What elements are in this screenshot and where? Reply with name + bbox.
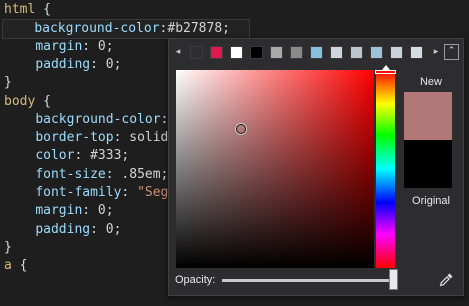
code-line[interactable]: margin: 0; (4, 202, 114, 220)
css-selector: body (4, 93, 36, 109)
color-swatch[interactable] (190, 46, 203, 59)
css-property: background-color (34, 21, 160, 37)
css-selector: html (4, 2, 36, 17)
color-swatch[interactable] (310, 46, 323, 59)
hue-slider-marker[interactable] (375, 65, 396, 74)
opacity-slider-track[interactable] (222, 279, 392, 282)
css-value: : 0; (82, 203, 114, 219)
color-swatch[interactable] (210, 46, 223, 59)
color-selection-handle[interactable] (236, 124, 247, 135)
css-value: :#b27878; (159, 21, 230, 37)
code-line[interactable]: padding: 0; (4, 221, 121, 239)
css-property: margin (35, 203, 83, 219)
code-line[interactable]: a { (4, 257, 27, 275)
color-swatch[interactable] (370, 46, 383, 59)
css-value: : 0; (90, 56, 122, 72)
color-swatch[interactable] (290, 46, 303, 59)
css-property: margin (35, 38, 83, 54)
color-swatch[interactable] (250, 46, 263, 59)
code-line[interactable]: border-top: solid (4, 129, 168, 147)
code-line[interactable]: } (4, 74, 12, 92)
code-line[interactable]: background-color:#b27878; (2, 19, 250, 40)
opacity-label: Opacity: (175, 274, 216, 286)
saturation-value-canvas[interactable] (176, 70, 374, 268)
code-line[interactable]: color: #333; (4, 147, 129, 165)
color-swatch[interactable] (270, 46, 283, 59)
code-line[interactable]: margin: 0; (4, 38, 114, 56)
css-brace: { (35, 2, 51, 17)
css-value: : solid (113, 130, 169, 146)
code-line[interactable]: padding: 0; (4, 56, 121, 74)
code-line[interactable]: } (4, 239, 12, 257)
color-swatch[interactable] (350, 46, 363, 59)
css-property: background-color (35, 111, 161, 127)
hue-marker-tip-icon (382, 65, 390, 70)
css-property: padding (35, 221, 91, 237)
color-swatch[interactable] (390, 46, 403, 59)
code-line[interactable]: body { (4, 93, 51, 111)
css-brace: } (4, 239, 12, 255)
new-color-swatch (404, 92, 452, 140)
original-color-swatch[interactable] (404, 140, 452, 188)
css-property: padding (35, 56, 91, 72)
code-line[interactable]: font-family: "Seg (4, 184, 168, 202)
color-swatch[interactable] (230, 46, 243, 59)
css-brace: } (4, 75, 12, 91)
color-picker-popup: ◂ ▸ ⌃ New Original Opacity: (168, 38, 464, 296)
css-property: font-family (35, 185, 122, 200)
css-brace: { (35, 93, 51, 109)
swatch-prev-icon[interactable]: ◂ (174, 46, 182, 58)
css-brace: { (11, 258, 28, 274)
css-value: : 0; (82, 38, 114, 54)
css-string: "Seg (137, 185, 169, 200)
css-value: : (121, 185, 138, 200)
color-swatch-bar: ◂ ▸ ⌃ (169, 39, 463, 67)
code-line[interactable]: background-color: (4, 111, 168, 129)
css-value: : .85em; (105, 166, 169, 182)
swatch-next-icon[interactable]: ▸ (432, 46, 440, 58)
eyedropper-icon[interactable] (438, 272, 454, 288)
hue-slider[interactable] (375, 65, 396, 268)
original-color-label: Original (412, 195, 450, 207)
opacity-slider-thumb[interactable] (389, 269, 398, 290)
css-selector: a (4, 258, 12, 274)
css-property: color (35, 148, 75, 164)
css-value: : #333; (74, 148, 130, 164)
new-color-label: New (419, 76, 442, 88)
code-line[interactable]: font-size: .85em; (4, 166, 168, 184)
css-property: font-size (35, 166, 106, 182)
css-value: : 0; (90, 221, 122, 237)
color-swatch[interactable] (410, 46, 423, 59)
color-swatch[interactable] (330, 46, 343, 59)
collapse-button[interactable]: ⌃ (444, 44, 459, 60)
code-line[interactable]: html { (4, 1, 51, 19)
css-property: border-top (35, 130, 114, 146)
